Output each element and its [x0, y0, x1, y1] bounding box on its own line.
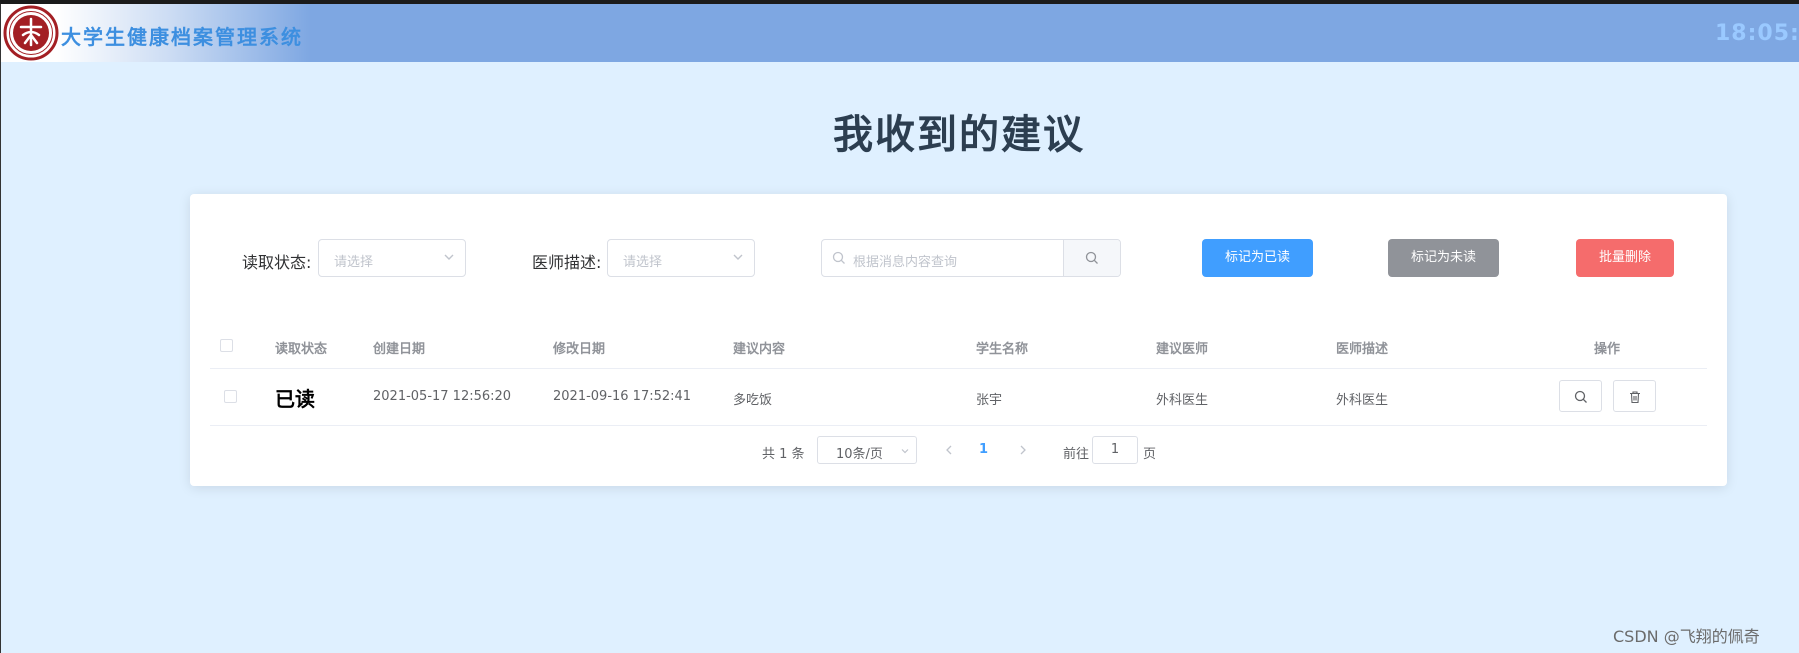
mark-unread-button[interactable]: 标记为未读	[1388, 239, 1499, 277]
batch-delete-button[interactable]: 批量删除	[1576, 239, 1674, 277]
goto-label: 前往	[1063, 447, 1090, 462]
column-header-doctor: 建议医师	[1156, 342, 1209, 357]
app-header: 大学生健康档案管理系统 18:05:59	[1, 4, 1799, 62]
column-header-actions: 操作	[1594, 342, 1621, 357]
chevron-down-icon	[444, 254, 454, 260]
doctor-desc-select[interactable]: 请选择	[607, 239, 755, 277]
search-icon	[1085, 251, 1098, 264]
goto-page-input[interactable]: 1	[1092, 436, 1138, 464]
delete-button[interactable]	[1613, 380, 1656, 412]
row-read-status: 已读	[275, 387, 315, 411]
pagination: 共 1 条 10条/页 1 前往 1 页	[190, 436, 1727, 466]
search-icon	[832, 251, 845, 264]
search-button[interactable]	[1063, 240, 1120, 276]
chevron-right-icon[interactable]	[1016, 443, 1030, 457]
read-status-label: 读取状态:	[242, 253, 312, 272]
pagination-total: 共 1 条	[762, 447, 805, 462]
header-clock: 18:05:59	[1715, 21, 1799, 46]
row-student-name: 张宇	[976, 393, 1003, 408]
mark-read-button[interactable]: 标记为已读	[1202, 239, 1313, 277]
page-size-value: 10条/页	[836, 447, 883, 462]
page-number-current[interactable]: 1	[979, 442, 988, 457]
system-title: 大学生健康档案管理系统	[61, 25, 303, 49]
suggestions-card: 读取状态: 请选择 医师描述: 请选择 根据消息内容查询 标记为已读 标记为未读…	[190, 194, 1727, 486]
read-status-placeholder: 请选择	[334, 255, 374, 270]
csdn-watermark: CSDN @飞翔的佩奇	[1613, 627, 1760, 646]
message-search-input[interactable]: 根据消息内容查询	[853, 251, 957, 270]
column-header-student: 学生名称	[976, 342, 1029, 357]
row-doctor: 外科医生	[1156, 393, 1209, 408]
chevron-down-icon	[901, 449, 909, 454]
goto-page-suffix: 页	[1143, 447, 1157, 462]
message-search-field[interactable]: 根据消息内容查询	[821, 239, 1121, 277]
row-content: 多吃饭	[733, 393, 773, 408]
column-header-content: 建议内容	[733, 342, 786, 357]
table-header-row: 读取状态 创建日期 修改日期 建议内容 学生名称 建议医师 医师描述 操作	[210, 324, 1707, 369]
chevron-down-icon	[733, 254, 743, 260]
row-created-date: 2021-05-17 12:56:20	[373, 389, 512, 404]
row-checkbox[interactable]	[224, 390, 237, 403]
column-header-doctor-desc: 医师描述	[1336, 342, 1389, 357]
page-size-select[interactable]: 10条/页	[817, 436, 917, 464]
read-status-select[interactable]: 请选择	[318, 239, 466, 277]
doctor-desc-label: 医师描述:	[532, 253, 602, 272]
trash-icon	[1630, 391, 1640, 404]
table-row: 已读 2021-05-17 12:56:20 2021-09-16 17:52:…	[210, 369, 1707, 426]
chevron-left-icon[interactable]	[942, 443, 956, 457]
university-seal-icon	[3, 5, 59, 61]
column-header-modified: 修改日期	[553, 342, 606, 357]
row-modified-date: 2021-09-16 17:52:41	[553, 389, 692, 404]
column-header-status: 读取状态	[275, 342, 328, 357]
doctor-desc-placeholder: 请选择	[623, 255, 663, 270]
view-button[interactable]	[1559, 380, 1602, 412]
row-doctor-desc: 外科医生	[1336, 393, 1389, 408]
search-icon	[1574, 390, 1587, 403]
column-header-created: 创建日期	[373, 342, 426, 357]
page-title: 我收到的建议	[833, 112, 1085, 158]
select-all-checkbox[interactable]	[220, 339, 233, 352]
